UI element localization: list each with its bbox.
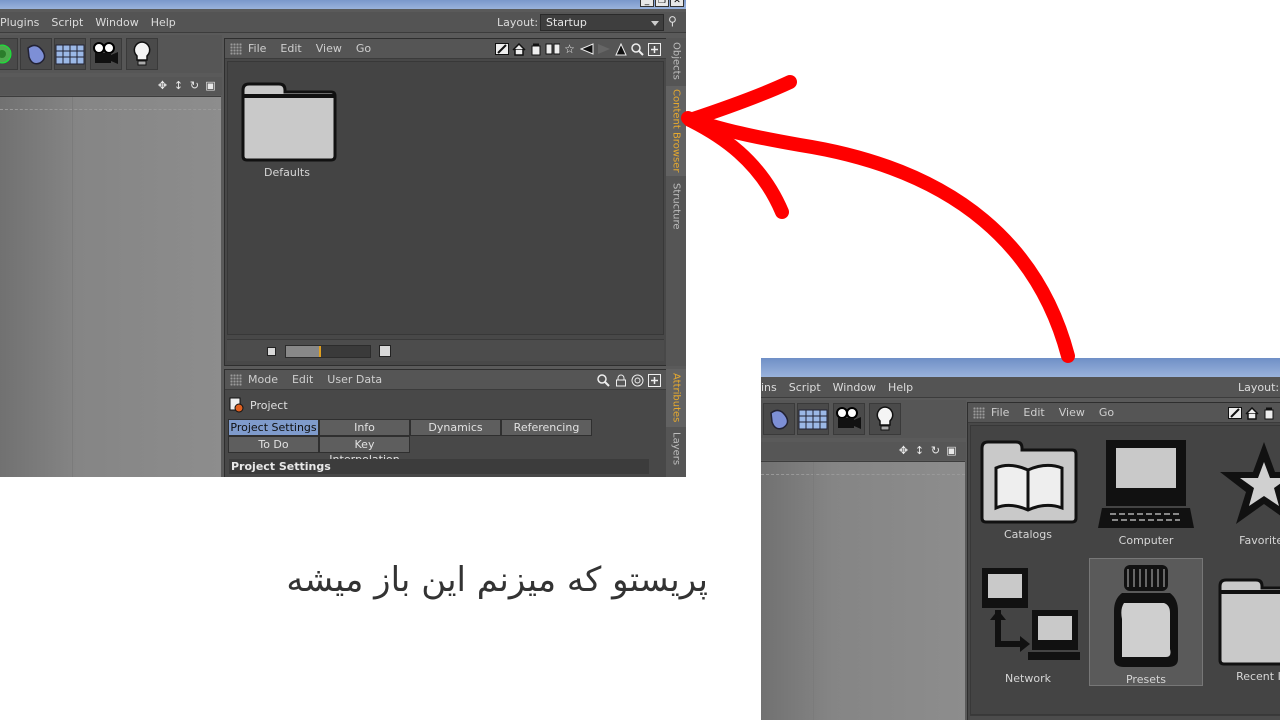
- annotation-arrow: [681, 75, 1075, 363]
- caption-text: پریستو که میزنم این باز میشه: [286, 560, 708, 600]
